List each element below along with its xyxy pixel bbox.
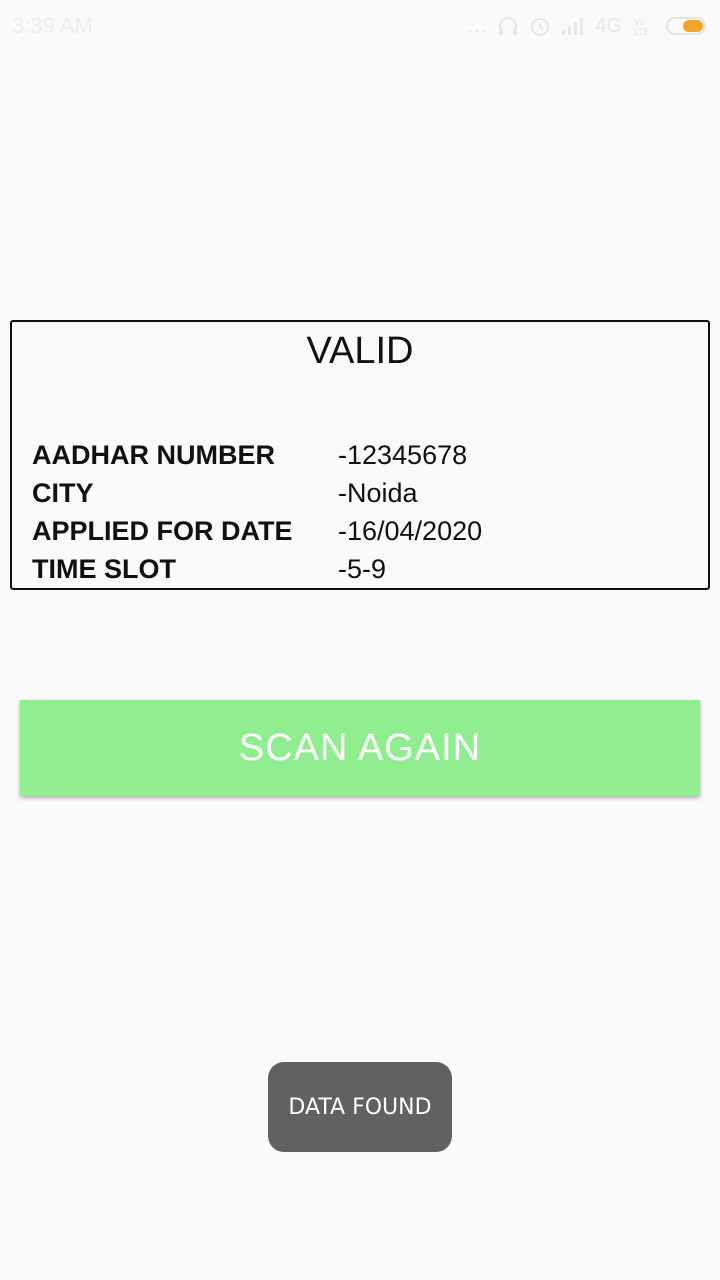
more-dots-icon: ... [467, 14, 488, 37]
volte-icon: Vo LTE [632, 15, 656, 37]
time-slot-value: -5-9 [338, 554, 387, 584]
status-icons: ... 4G Vo LTE [468, 13, 706, 39]
city-value: -Noida [338, 478, 418, 508]
validity-status: VALID [306, 330, 414, 372]
battery-icon [666, 17, 706, 35]
info-row-date: APPLIED FOR DATE -16/04/2020 [32, 516, 692, 554]
svg-text:Vo: Vo [634, 18, 645, 28]
network-type: 4G [595, 14, 622, 37]
svg-text:LTE: LTE [634, 28, 649, 37]
time-slot-label: TIME SLOT [32, 554, 176, 584]
info-row-aadhar: AADHAR NUMBER -12345678 [32, 440, 692, 478]
aadhar-label: AADHAR NUMBER [32, 440, 275, 470]
signal-icon [561, 16, 585, 36]
alarm-icon [529, 15, 551, 37]
date-label: APPLIED FOR DATE [32, 516, 293, 546]
pass-info-card: VALID AADHAR NUMBER -12345678 CITY -Noid… [10, 320, 710, 590]
status-bar: 3:39 AM ... 4G Vo LTE [0, 0, 720, 50]
toast-message: DATA FOUND [268, 1062, 452, 1152]
status-time: 3:39 AM [12, 13, 93, 38]
aadhar-value: -12345678 [338, 440, 468, 470]
battery-fill [683, 20, 703, 32]
scan-again-button[interactable]: SCAN AGAIN [20, 700, 700, 796]
date-value: -16/04/2020 [338, 516, 483, 546]
info-row-time-slot: TIME SLOT -5-9 [32, 554, 692, 592]
info-row-city: CITY -Noida [32, 478, 692, 516]
headphones-icon [497, 15, 519, 37]
city-label: CITY [32, 478, 94, 508]
